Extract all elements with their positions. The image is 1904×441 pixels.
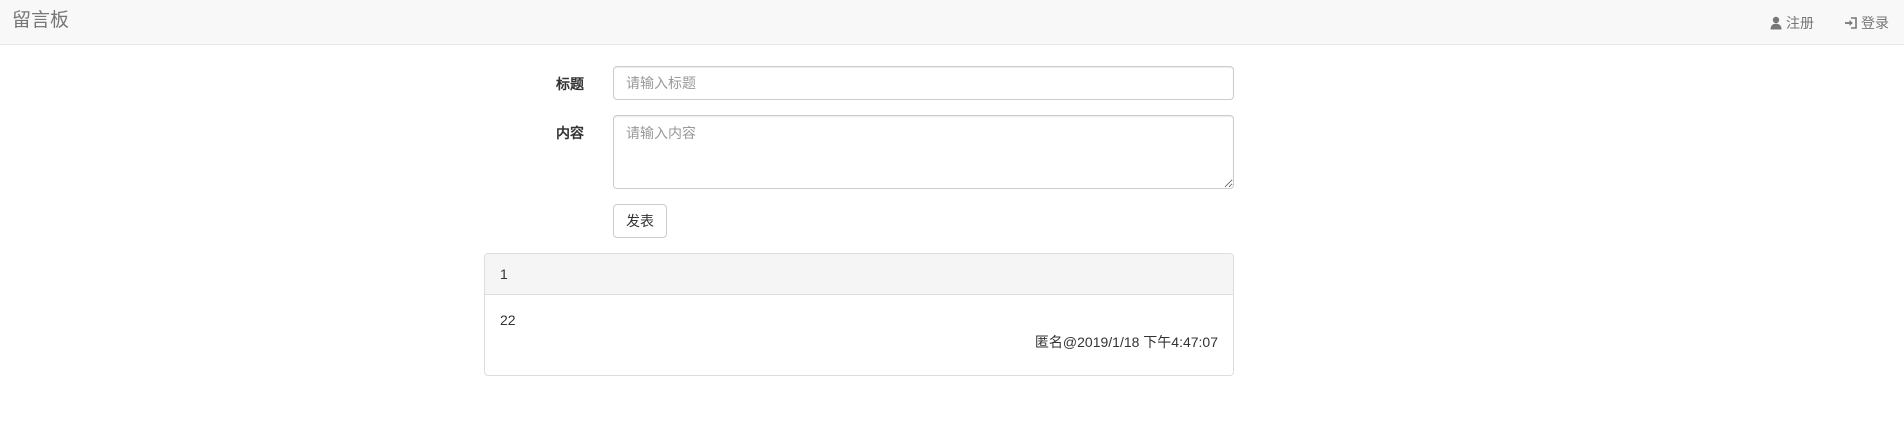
register-label: 注册	[1786, 14, 1814, 31]
brand-title[interactable]: 留言板	[12, 9, 69, 33]
register-link[interactable]: 注册	[1769, 13, 1814, 33]
content-label: 内容	[556, 125, 584, 141]
message-body: 22 匿名@2019/1/18 下午4:47:07	[485, 295, 1233, 375]
title-label: 标题	[556, 76, 584, 92]
submit-button[interactable]: 发表	[613, 204, 667, 238]
content-textarea[interactable]	[613, 115, 1234, 189]
nav-right: 注册 登录	[1769, 0, 1904, 45]
title-input[interactable]	[613, 66, 1234, 100]
navbar: 留言板 注册 登录	[0, 0, 1904, 45]
user-icon	[1770, 16, 1782, 29]
message-content: 22	[500, 312, 516, 328]
message-title: 1	[485, 254, 1233, 295]
login-link[interactable]: 登录	[1844, 13, 1889, 33]
message-panel: 1 22 匿名@2019/1/18 下午4:47:07	[484, 253, 1234, 376]
login-icon	[1845, 16, 1857, 29]
login-label: 登录	[1861, 14, 1889, 31]
message-meta: 匿名@2019/1/18 下午4:47:07	[1034, 334, 1218, 350]
